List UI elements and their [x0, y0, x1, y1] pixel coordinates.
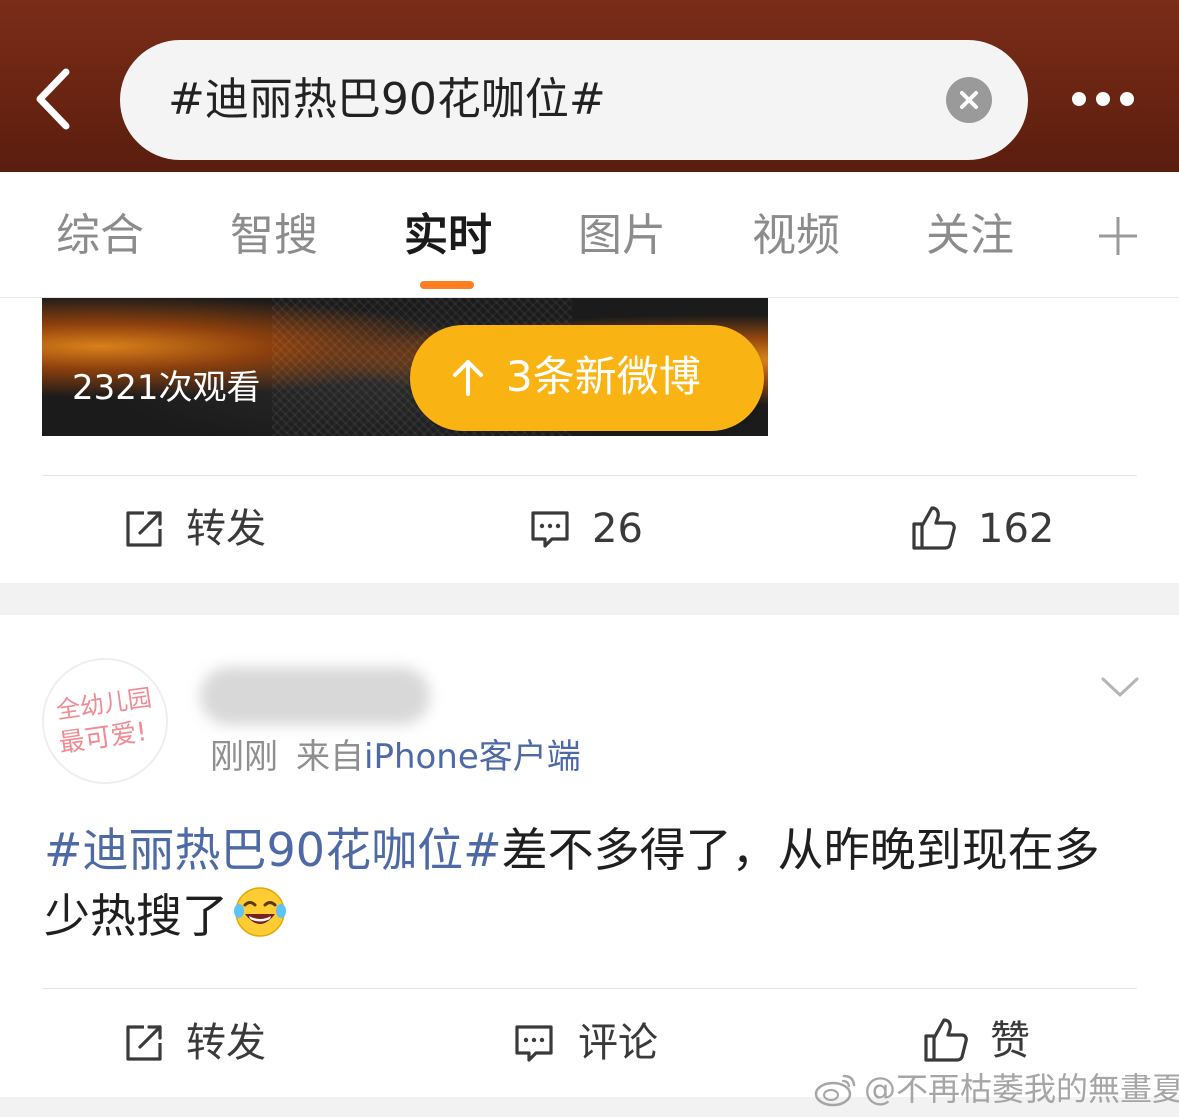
- arrow-up-icon: [453, 360, 483, 396]
- thumbs-up-icon: [924, 1018, 968, 1062]
- more-dots-icon: [1096, 92, 1110, 106]
- tab-following[interactable]: 关注: [926, 210, 1014, 262]
- view-count: 2321次观看: [72, 368, 261, 408]
- more-dots-icon: [1072, 92, 1086, 106]
- tab-comprehensive[interactable]: 综合: [56, 210, 144, 262]
- divider: [42, 475, 1137, 476]
- chevron-down-icon[interactable]: [1100, 671, 1140, 701]
- comment-button[interactable]: 26: [528, 504, 658, 554]
- like-button[interactable]: 赞: [922, 1016, 1042, 1066]
- post-meta: 刚刚 来自iPhone客户端: [210, 735, 581, 779]
- thumbs-up-icon: [912, 506, 956, 550]
- like-button[interactable]: 162: [910, 504, 1060, 554]
- clear-search-button[interactable]: [946, 77, 992, 123]
- tab-smart-search[interactable]: 智搜: [230, 210, 318, 262]
- chevron-left-icon: [36, 68, 70, 130]
- like-label: 赞: [990, 1018, 1030, 1064]
- post-card: 全幼儿园 最可爱! 刚刚 来自iPhone客户端 #迪丽热巴90花咖位#差不多得了…: [0, 615, 1179, 1097]
- tab-images[interactable]: 图片: [578, 210, 666, 262]
- add-tab-button[interactable]: [1096, 214, 1140, 258]
- post-source-client[interactable]: iPhone客户端: [364, 737, 581, 777]
- comment-bubble-icon: [531, 511, 569, 548]
- divider: [42, 988, 1137, 989]
- new-posts-button[interactable]: 3条新微博: [410, 325, 764, 431]
- repost-button[interactable]: 转发: [122, 1018, 282, 1068]
- repost-button[interactable]: 转发: [122, 504, 282, 554]
- post-body: #迪丽热巴90花咖位#差不多得了，从昨晚到现在多少热搜了: [44, 817, 1144, 949]
- avatar[interactable]: 全幼儿园 最可爱!: [42, 658, 168, 784]
- comment-button[interactable]: 评论: [512, 1018, 672, 1068]
- weibo-logo-icon: [814, 1074, 856, 1107]
- top-bar: #迪丽热巴90花咖位#: [0, 0, 1179, 172]
- post-time: 刚刚: [210, 737, 278, 777]
- repost-label: 转发: [186, 506, 266, 552]
- watermark-text: @不再枯萎我的無畫夏: [864, 1070, 1179, 1108]
- search-input[interactable]: #迪丽热巴90花咖位#: [120, 40, 1028, 160]
- tab-videos[interactable]: 视频: [752, 210, 840, 262]
- search-query-text: #迪丽热巴90花咖位#: [168, 74, 606, 125]
- repost-label: 转发: [186, 1020, 266, 1066]
- hashtag-link[interactable]: #迪丽热巴90花咖位#: [44, 823, 502, 877]
- like-count: 162: [978, 506, 1055, 552]
- comment-count: 26: [592, 506, 643, 552]
- card-separator: [0, 583, 1179, 615]
- comment-bubble-icon: [515, 1025, 553, 1062]
- laughing-tears-emoji: [234, 887, 286, 937]
- avatar-image: 全幼儿园 最可爱!: [44, 660, 166, 782]
- username[interactable]: [200, 667, 430, 725]
- new-posts-label: 3条新微博: [506, 352, 701, 401]
- active-tab-indicator: [420, 281, 474, 289]
- comment-label: 评论: [578, 1020, 658, 1066]
- share-square-icon: [126, 511, 162, 547]
- share-square-icon: [126, 1025, 162, 1061]
- close-circle-icon: [960, 91, 978, 109]
- more-dots-icon: [1120, 92, 1134, 106]
- post-source-prefix: 来自: [296, 737, 364, 777]
- plus-icon: [1099, 217, 1137, 255]
- back-button[interactable]: [28, 66, 88, 132]
- more-options-button[interactable]: [1066, 84, 1140, 114]
- tab-realtime[interactable]: 实时: [404, 210, 492, 262]
- tab-bar: 综合 智搜 实时 图片 视频 关注: [0, 172, 1179, 298]
